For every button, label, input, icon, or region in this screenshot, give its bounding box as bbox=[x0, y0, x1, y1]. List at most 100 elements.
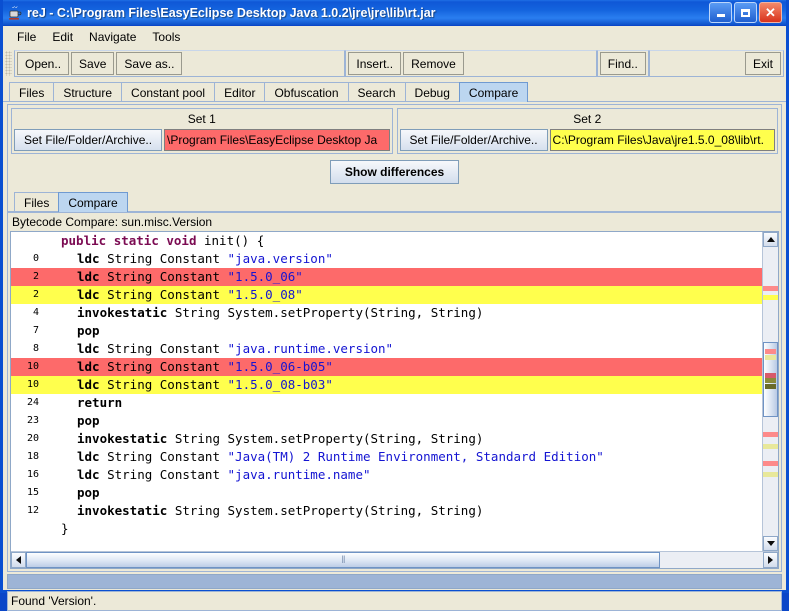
diff-marker-thumb bbox=[765, 355, 776, 361]
hscroll-thumb[interactable]: ‖ bbox=[26, 552, 660, 568]
scroll-left-button[interactable] bbox=[11, 552, 26, 568]
code-token: ldc bbox=[77, 359, 100, 374]
code-token: static bbox=[113, 233, 159, 248]
inner-tab-compare[interactable]: Compare bbox=[58, 192, 128, 212]
scroll-down-button[interactable] bbox=[763, 536, 778, 551]
tab-files[interactable]: Files bbox=[9, 82, 55, 102]
maximize-button[interactable] bbox=[734, 2, 757, 23]
set1-path-field[interactable]: \Program Files\EasyEclipse Desktop Ja bbox=[164, 129, 390, 151]
inner-tab-files[interactable]: Files bbox=[14, 192, 60, 212]
line-number: 2 bbox=[32, 271, 39, 282]
code-line[interactable]: 20 invokestatic String System.setProperty… bbox=[11, 430, 762, 448]
code-token: String Constant bbox=[99, 269, 228, 284]
show-differences-button[interactable]: Show differences bbox=[329, 160, 460, 184]
code-line[interactable]: 12 invokestatic String System.setProperty… bbox=[11, 502, 762, 520]
code-line[interactable]: 24 return bbox=[11, 394, 762, 412]
line-number: 24 bbox=[26, 397, 39, 408]
code-token: pop bbox=[77, 323, 100, 338]
line-number: 18 bbox=[26, 451, 39, 462]
code-line[interactable]: 10 ldc String Constant "1.5.0_06-b05" bbox=[11, 358, 762, 376]
code-token: String System.setProperty(String, String… bbox=[167, 305, 484, 320]
hscroll-track[interactable]: ‖ bbox=[26, 552, 763, 568]
tab-obfuscation[interactable]: Obfuscation bbox=[264, 82, 349, 102]
tab-constant-pool[interactable]: Constant pool bbox=[121, 82, 216, 102]
line-number: 23 bbox=[26, 415, 39, 426]
menu-item-file[interactable]: File bbox=[9, 28, 44, 46]
tab-compare[interactable]: Compare bbox=[458, 82, 529, 102]
menu-item-tools[interactable]: Tools bbox=[144, 28, 188, 46]
line-number: 2 bbox=[32, 289, 39, 300]
exit-button[interactable]: Exit bbox=[744, 52, 781, 75]
open-button[interactable]: Open.. bbox=[17, 52, 70, 75]
code-token: ldc bbox=[77, 449, 100, 464]
set1-choose-button[interactable]: Set File/Folder/Archive.. bbox=[14, 129, 163, 151]
status-divider bbox=[7, 574, 782, 589]
vertical-scrollbar[interactable] bbox=[762, 232, 778, 551]
save-as-button[interactable]: Save as.. bbox=[116, 52, 183, 75]
set2-choose-button[interactable]: Set File/Folder/Archive.. bbox=[399, 129, 548, 151]
java-cup-icon bbox=[7, 5, 23, 21]
minimize-button[interactable] bbox=[709, 2, 732, 23]
save-button[interactable]: Save bbox=[71, 52, 115, 75]
code-line[interactable]: 23 pop bbox=[11, 412, 762, 430]
tab-editor[interactable]: Editor bbox=[214, 82, 266, 102]
code-token: String Constant bbox=[99, 377, 228, 392]
scroll-up-button[interactable] bbox=[763, 232, 778, 247]
code-token: ldc bbox=[77, 341, 100, 356]
code-line[interactable]: 15 pop bbox=[11, 484, 762, 502]
code-line[interactable]: public static void init() { bbox=[11, 232, 762, 250]
menu-item-edit[interactable]: Edit bbox=[44, 28, 81, 46]
find-button[interactable]: Find.. bbox=[599, 52, 646, 75]
code-line[interactable]: } bbox=[11, 520, 762, 538]
set-selectors: Set 1 Set File/Folder/Archive.. \Program… bbox=[8, 105, 781, 154]
line-number: 8 bbox=[32, 343, 39, 354]
close-icon: ✕ bbox=[765, 4, 776, 20]
tab-debug[interactable]: Debug bbox=[404, 82, 460, 102]
insert-button[interactable]: Insert.. bbox=[348, 52, 402, 75]
inner-tab-bar: Files Compare bbox=[8, 190, 781, 212]
remove-button[interactable]: Remove bbox=[403, 52, 464, 75]
code-token: invokestatic bbox=[77, 431, 168, 446]
code-line[interactable]: 16 ldc String Constant "java.runtime.name… bbox=[11, 466, 762, 484]
set2-box: Set 2 Set File/Folder/Archive.. C:\Progr… bbox=[396, 108, 778, 154]
code-line[interactable]: 2 ldc String Constant "1.5.0_06" bbox=[11, 268, 762, 286]
code-token: "1.5.0_08-b03" bbox=[227, 377, 333, 392]
vscroll-track[interactable] bbox=[763, 247, 778, 536]
window-title: reJ - C:\Program Files\EasyEclipse Deskt… bbox=[27, 5, 436, 20]
code-token: String Constant bbox=[99, 449, 228, 464]
scroll-right-button[interactable] bbox=[763, 552, 778, 568]
vscroll-thumb[interactable] bbox=[763, 342, 778, 418]
code-token: "java.runtime.name" bbox=[227, 467, 371, 482]
set2-path-field[interactable]: C:\Program Files\Java\jre1.5.0_08\lib\rt… bbox=[549, 129, 775, 151]
code-line[interactable]: 2 ldc String Constant "1.5.0_08" bbox=[11, 286, 762, 304]
horizontal-scrollbar[interactable]: ‖ bbox=[11, 551, 778, 568]
code-lines[interactable]: public static void init() {0 ldc String C… bbox=[11, 232, 762, 551]
code-token: ldc bbox=[77, 269, 100, 284]
tab-structure[interactable]: Structure bbox=[53, 82, 123, 102]
toolbar-group-find: Find.. bbox=[596, 50, 649, 77]
code-token: "java.runtime.version" bbox=[227, 341, 394, 356]
line-number: 10 bbox=[26, 361, 39, 372]
main-tab-bar: Files Structure Constant pool Editor Obf… bbox=[3, 80, 786, 102]
code-token: return bbox=[77, 395, 123, 410]
code-token: invokestatic bbox=[77, 503, 168, 518]
code-line[interactable]: 7 pop bbox=[11, 322, 762, 340]
menu-item-navigate[interactable]: Navigate bbox=[81, 28, 144, 46]
line-number: 15 bbox=[26, 487, 39, 498]
application-window: reJ - C:\Program Files\EasyEclipse Deskt… bbox=[0, 0, 789, 611]
chevron-down-icon bbox=[766, 541, 775, 546]
title-bar: reJ - C:\Program Files\EasyEclipse Deskt… bbox=[3, 0, 786, 26]
code-line[interactable]: 10 ldc String Constant "1.5.0_08-b03" bbox=[11, 376, 762, 394]
close-button[interactable]: ✕ bbox=[759, 2, 782, 23]
tab-search[interactable]: Search bbox=[347, 82, 406, 102]
code-token: void bbox=[166, 233, 197, 248]
show-differences-row: Show differences bbox=[8, 154, 781, 190]
code-line[interactable]: 8 ldc String Constant "java.runtime.versi… bbox=[11, 340, 762, 358]
toolbar-grip[interactable] bbox=[5, 51, 12, 76]
hscroll-grip-icon: ‖ bbox=[341, 554, 345, 566]
code-line[interactable]: 4 invokestatic String System.setProperty(… bbox=[11, 304, 762, 322]
toolbar-group-file: Open.. Save Save as.. bbox=[14, 50, 346, 77]
code-line[interactable]: 18 ldc String Constant "Java(TM) 2 Runtim… bbox=[11, 448, 762, 466]
code-line[interactable]: 0 ldc String Constant "java.version" bbox=[11, 250, 762, 268]
